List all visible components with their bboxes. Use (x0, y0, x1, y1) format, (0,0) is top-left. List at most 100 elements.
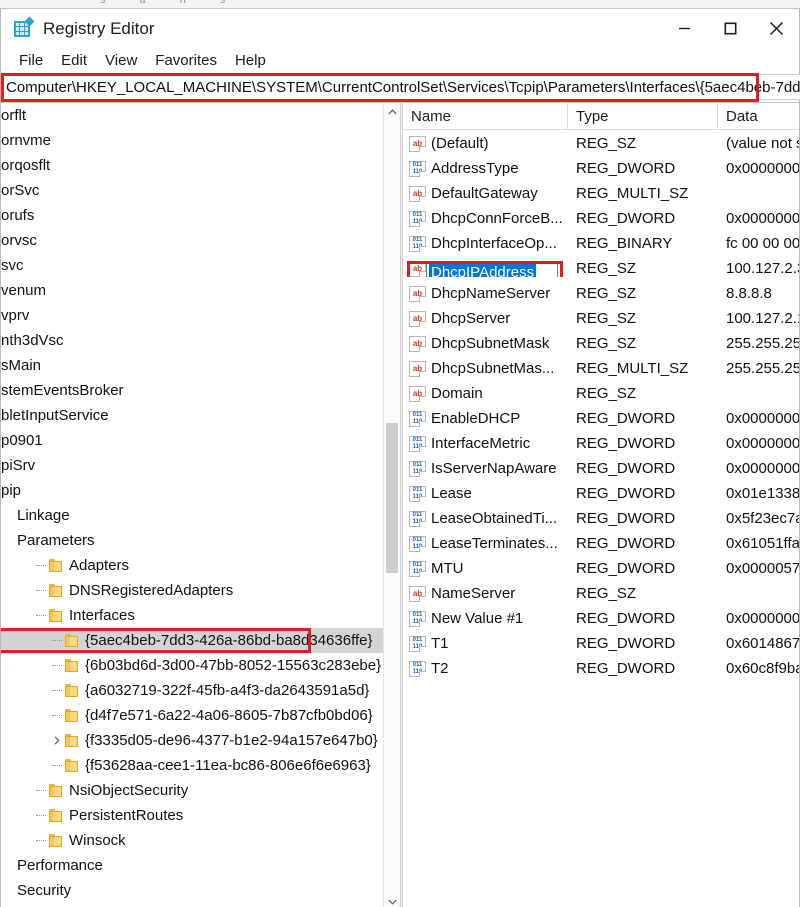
tree-item-label: Linkage (17, 508, 70, 523)
tree-item[interactable]: nth3dVsc (1, 328, 383, 353)
values-cell-name[interactable]: abDhcpSubnetMas... (403, 361, 568, 377)
values-row[interactable]: abDomainREG_SZ (403, 381, 799, 406)
values-row[interactable]: 011110LeaseREG_DWORD0x01e13380 (403, 481, 799, 506)
close-button[interactable] (753, 9, 799, 47)
chevron-right-icon[interactable] (49, 728, 65, 753)
column-header-name[interactable]: Name (403, 103, 568, 129)
tree-item-label: {6b03bd6d-3d00-47bb-8052-15563c283ebe} (85, 658, 381, 673)
tree-item[interactable]: ornvme (1, 128, 383, 153)
value-rename-input[interactable]: DhcpIPAddress (426, 262, 558, 277)
tree-item[interactable]: PersistentRoutes (1, 803, 383, 828)
values-row[interactable]: 011110LeaseObtainedTi...REG_DWORD0x5f23e… (403, 506, 799, 531)
tree-item[interactable]: orqosflt (1, 153, 383, 178)
tree-item[interactable]: Parameters (1, 528, 383, 553)
values-cell-name[interactable]: abDhcpIPAddress (403, 261, 568, 277)
registry-path-input[interactable]: Computer\HKEY_LOCAL_MACHINE\SYSTEM\Curre… (1, 74, 800, 100)
tree-item-label: piSrv (1, 458, 35, 473)
tree-item[interactable]: orufs (1, 203, 383, 228)
values-cell-name[interactable]: 011110LeaseTerminates... (403, 536, 568, 552)
tree-item[interactable]: {5aec4beb-7dd3-426a-86bd-ba8d34636ffe} (1, 628, 383, 653)
values-row[interactable]: abDhcpServerREG_SZ100.127.2.1 (403, 306, 799, 331)
tree-item[interactable]: venum (1, 278, 383, 303)
values-row[interactable]: 011110DhcpInterfaceOp...REG_BINARYfc 00 … (403, 231, 799, 256)
tree-scroll-down-icon[interactable] (384, 893, 400, 907)
tree-item[interactable]: ServiceProvider (1, 903, 383, 907)
values-cell-name[interactable]: ab(Default) (403, 136, 568, 152)
values-row[interactable]: abDefaultGatewayREG_MULTI_SZ (403, 181, 799, 206)
tree-item[interactable]: {6b03bd6d-3d00-47bb-8052-15563c283ebe} (1, 653, 383, 678)
values-cell-name[interactable]: 011110T2 (403, 661, 568, 677)
column-header-data[interactable]: Data (718, 103, 799, 129)
values-row[interactable]: 011110LeaseTerminates...REG_DWORD0x61051… (403, 531, 799, 556)
values-cell-name[interactable]: abNameServer (403, 586, 568, 602)
values-cell-name[interactable]: 011110DhcpInterfaceOp... (403, 236, 568, 252)
values-row[interactable]: abDhcpIPAddressREG_SZ100.127.2.3 (403, 256, 799, 281)
values-row[interactable]: 011110New Value #1REG_DWORD0x00000000 (0… (403, 606, 799, 631)
folder-icon (65, 759, 80, 772)
tree-vertical-scroll-thumb[interactable] (386, 423, 398, 573)
tree-item[interactable]: DNSRegisteredAdapters (1, 578, 383, 603)
values-row[interactable]: 011110MTUREG_DWORD0x00000578 (403, 556, 799, 581)
values-cell-name[interactable]: 011110LeaseObtainedTi... (403, 511, 568, 527)
tree-item[interactable]: {f3335d05-de96-4377-b1e2-94a157e647b0} (1, 728, 383, 753)
tree-item[interactable]: p0901 (1, 428, 383, 453)
tree-item[interactable]: Linkage (1, 503, 383, 528)
menu-view[interactable]: View (96, 52, 146, 69)
tree-item[interactable]: {d4f7e571-6a22-4a06-8605-7b87cfb0bd06} (1, 703, 383, 728)
menu-edit[interactable]: Edit (52, 52, 96, 69)
values-cell-name[interactable]: 011110T1 (403, 636, 568, 652)
tree-item[interactable]: svc (1, 253, 383, 278)
values-cell-name[interactable]: 011110MTU (403, 561, 568, 577)
values-row[interactable]: abNameServerREG_SZ (403, 581, 799, 606)
menu-help[interactable]: Help (226, 52, 275, 69)
tree-item[interactable]: orflt (1, 103, 383, 128)
minimize-button[interactable] (661, 9, 707, 47)
column-header-type[interactable]: Type (568, 103, 718, 129)
values-row[interactable]: 011110IsServerNapAwareREG_DWORD0x0000000… (403, 456, 799, 481)
values-cell-name[interactable]: abDhcpServer (403, 311, 568, 327)
tree-item[interactable]: Security (1, 878, 383, 903)
values-row[interactable]: abDhcpSubnetMas...REG_MULTI_SZ255.255.25… (403, 356, 799, 381)
values-cell-name[interactable]: abDhcpSubnetMask (403, 336, 568, 352)
values-cell-name[interactable]: abDomain (403, 386, 568, 402)
values-cell-name[interactable]: 011110AddressType (403, 161, 568, 177)
tree-scroll-up-icon[interactable] (384, 103, 400, 120)
tree-item[interactable]: NsiObjectSecurity (1, 778, 383, 803)
tree-item[interactable]: piSrv (1, 453, 383, 478)
values-row[interactable]: 011110AddressTypeREG_DWORD0x00000000 (0) (403, 156, 799, 181)
values-cell-name[interactable]: abDefaultGateway (403, 186, 568, 202)
menu-favorites[interactable]: Favorites (146, 52, 226, 69)
tree-item[interactable]: Winsock (1, 828, 383, 853)
values-cell-name[interactable]: 011110New Value #1 (403, 611, 568, 627)
maximize-button[interactable] (707, 9, 753, 47)
menu-file[interactable]: File (10, 52, 52, 69)
tree-item[interactable]: Interfaces (1, 603, 383, 628)
tree-item[interactable]: pip (1, 478, 383, 503)
tree-item[interactable]: orvsc (1, 228, 383, 253)
tree-item[interactable]: {f53628aa-cee1-11ea-bc86-806e6f6e6963} (1, 753, 383, 778)
values-row[interactable]: 011110InterfaceMetricREG_DWORD0x00000000… (403, 431, 799, 456)
values-row[interactable]: 011110T1REG_DWORD0x6014867a (403, 631, 799, 656)
tree-item[interactable]: {a6032719-322f-45fb-a4f3-da2643591a5d} (1, 678, 383, 703)
tree-item[interactable]: Performance (1, 853, 383, 878)
values-row[interactable]: 011110EnableDHCPREG_DWORD0x00000001 (1) (403, 406, 799, 431)
values-cell-name[interactable]: 011110Lease (403, 486, 568, 502)
tree-item[interactable]: orSvc (1, 178, 383, 203)
values-row[interactable]: 011110T2REG_DWORD0x60c8f9ba (403, 656, 799, 681)
values-row[interactable]: abDhcpSubnetMaskREG_SZ255.255.255.0 (403, 331, 799, 356)
values-row[interactable]: ab(Default)REG_SZ(value not set) (403, 131, 799, 156)
tree-vertical-scrollbar[interactable] (383, 103, 400, 907)
tree-indent-spacer (1, 578, 33, 603)
values-cell-name[interactable]: 011110DhcpConnForceB... (403, 211, 568, 227)
tree-item[interactable]: stemEventsBroker (1, 378, 383, 403)
values-row[interactable]: 011110DhcpConnForceB...REG_DWORD0x000000… (403, 206, 799, 231)
values-row[interactable]: abDhcpNameServerREG_SZ8.8.8.8 (403, 281, 799, 306)
values-cell-name[interactable]: 011110EnableDHCP (403, 411, 568, 427)
values-cell-name[interactable]: 011110IsServerNapAware (403, 461, 568, 477)
tree-item[interactable]: bletInputService (1, 403, 383, 428)
tree-item[interactable]: sMain (1, 353, 383, 378)
tree-item[interactable]: vprv (1, 303, 383, 328)
tree-item[interactable]: Adapters (1, 553, 383, 578)
values-cell-name[interactable]: 011110InterfaceMetric (403, 436, 568, 452)
values-cell-name[interactable]: abDhcpNameServer (403, 286, 568, 302)
